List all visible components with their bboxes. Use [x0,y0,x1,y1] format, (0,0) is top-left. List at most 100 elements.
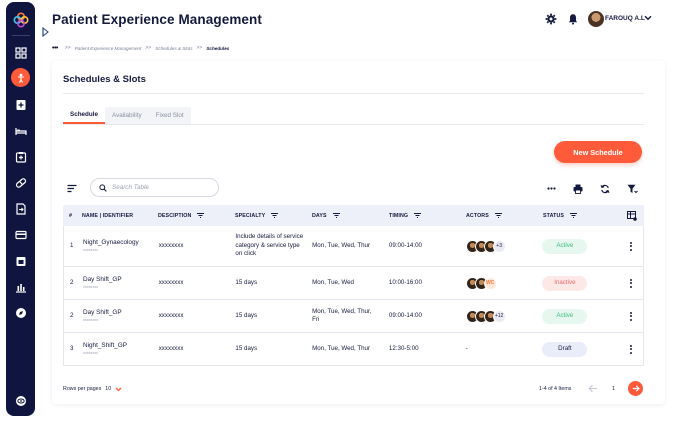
timing-cell: 12:30-5:00 [388,344,419,352]
column-filter-icon[interactable] [570,213,578,218]
pill-icon[interactable] [14,176,27,189]
timing-cell: 10:00-16:00 [388,278,422,286]
tab-fixed-slot[interactable]: Fixed Slot [149,107,191,124]
schedule-name[interactable]: Night_Gynaecology [83,239,159,248]
column-filter-icon[interactable] [332,213,340,218]
timing-cell: 09:00-14:00 [388,311,422,319]
current-page-number[interactable]: 1 [612,386,615,392]
description-cell: xxxxxxxx [158,278,184,286]
column-header-label: STATUS [543,212,565,219]
tab-schedule[interactable]: Schedule [63,107,105,124]
row-number: 2 [70,278,74,286]
visibility-eye-icon[interactable] [14,394,27,407]
user-name[interactable]: FAROUQ A.L [605,15,645,22]
schedule-name[interactable]: Day Shift_GP [83,309,159,318]
status-cell: Active [542,238,619,254]
sort-lines-icon[interactable] [67,184,77,193]
sidebar-item-patient-experience[interactable] [11,68,30,87]
column-header[interactable]: NAME | IDENTIFIER [82,213,158,219]
document-transfer-icon[interactable] [14,202,27,215]
status-cell: Draft [542,341,619,357]
column-header[interactable]: SPECIALTY [235,213,312,219]
actor-avatars[interactable]: +12 [465,309,543,323]
days-cell: Mon, Tue, Wed, Thur, Fri [312,307,372,323]
chevron-down-icon[interactable] [115,387,122,392]
status-badge: Active [542,308,588,324]
more-options-icon[interactable] [546,183,557,194]
print-icon[interactable] [572,183,583,194]
specialty-cell: 15 days [235,278,258,286]
bed-icon[interactable] [14,124,27,137]
actors-more-count: +3 [492,239,506,253]
notification-bell-icon[interactable] [567,13,579,25]
column-filter-icon[interactable] [494,213,502,218]
column-header[interactable]: STATUS [543,213,620,219]
breadcrumb-item[interactable]: Patient Experience Management [75,46,142,51]
actors-cell: +3 [465,239,543,253]
medical-record-icon[interactable] [14,98,27,111]
row-number: 3 [70,344,74,352]
chevron-down-icon[interactable] [644,15,652,21]
title-divider [63,93,644,94]
kebab-menu-icon[interactable] [630,241,633,251]
table-row[interactable]: 2 Day Shift_GP xxxxxxxx xxxxxxxx 15 days… [63,300,644,333]
kebab-menu-icon[interactable] [630,278,633,288]
column-header[interactable]: DESCIPTION [158,213,235,219]
status-badge: Active [542,238,588,254]
tab-availability[interactable]: Availability [105,107,149,124]
breadcrumb-item[interactable]: Schedules & Slots [155,46,192,51]
actors-cell: +12 [465,309,543,323]
specialty-cell: Include details of service category & se… [235,233,304,258]
kebab-menu-icon[interactable] [630,344,633,354]
billing-card-icon[interactable] [14,228,27,241]
column-filter-icon[interactable] [197,213,205,218]
refresh-icon[interactable] [599,183,610,194]
kebab-menu-icon[interactable] [630,311,633,321]
column-filter-icon[interactable] [414,213,422,218]
next-arrow-icon [632,385,640,392]
new-schedule-button[interactable]: New Schedule [554,141,642,163]
reports-chart-icon[interactable] [14,280,27,293]
table-row[interactable]: 1 Night_Gynaecology xxxxxxxx xxxxxxxx In… [63,226,644,267]
settings-gear-icon[interactable] [545,13,557,25]
table-settings-icon[interactable] [627,210,637,221]
status-badge: Inactive [542,275,588,291]
explore-compass-icon[interactable] [14,306,27,319]
column-header[interactable]: DAYS [312,213,389,219]
row-menu[interactable] [619,241,643,251]
user-avatar[interactable] [588,11,604,27]
row-menu[interactable] [619,278,643,288]
person-icon [17,73,24,83]
breadcrumb-more-icon[interactable]: ••• [52,45,58,52]
column-filter-icon[interactable] [271,213,279,218]
sidebar-collapse-toggle-icon[interactable] [42,27,50,37]
column-header-label: TIMING [389,212,409,219]
column-header-label: NAME | IDENTIFIER [82,212,134,219]
filter-funnel-icon[interactable] [627,183,638,194]
app-logo-icon [13,12,29,28]
previous-page-arrow-icon[interactable] [588,384,598,393]
column-header[interactable]: TIMING [389,213,466,219]
row-menu[interactable] [619,311,643,321]
actor-avatars[interactable]: WC [465,276,543,290]
column-header[interactable]: ACTORS [466,213,543,219]
next-page-button[interactable] [628,381,643,396]
column-settings[interactable] [620,210,644,221]
column-header-label: SPECIALTY [235,212,266,219]
dashboard-icon[interactable] [14,46,27,59]
actor-avatars[interactable]: +3 [465,239,543,253]
breadcrumb-current: Schedules [206,45,230,51]
actors-cell: - [465,344,468,352]
table-row[interactable]: 2 Day Shift_GP xxxxxxxx xxxxxxxx 15 days… [63,267,644,300]
schedule-identifier: xxxxxxxx [82,248,99,253]
schedule-name[interactable]: Night_Shift_GP [83,342,159,351]
clipboard-medical-icon[interactable] [14,150,27,163]
search-box[interactable] [90,178,219,197]
schedule-name[interactable]: Day Shift_GP [83,276,159,285]
specialty-cell: 15 days [235,344,258,352]
table-row[interactable]: 3 Night_Shift_GP xxxxxxxx xxxxxxxx 15 da… [63,333,644,366]
rows-per-page-select[interactable]: 10 [105,386,111,392]
calendar-icon[interactable] [14,254,27,267]
search-input[interactable] [112,184,212,191]
row-menu[interactable] [619,344,643,354]
